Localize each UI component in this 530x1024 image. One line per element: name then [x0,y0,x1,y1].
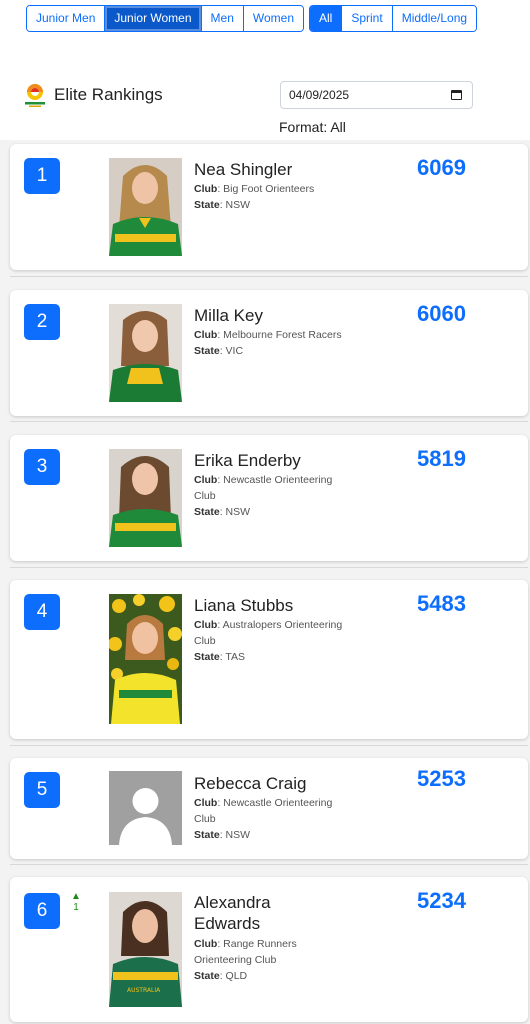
filter-bar: Junior Men Junior Women Men Women All Sp… [0,0,530,140]
athlete-photo [109,158,182,256]
divider [10,421,528,422]
state-label: State [194,651,220,663]
orienteering-logo-icon [25,84,45,107]
category-filter-group: Junior Men Junior Women Men Women [26,5,305,32]
athlete-name[interactable]: Milla Key [194,305,344,326]
club-label: Club [194,938,218,950]
avatar-placeholder-icon [109,771,182,845]
athlete-name[interactable]: Alexandra Edwards [194,892,304,934]
club-value: Melbourne Forest Racers [223,329,342,341]
svg-text:AUSTRALIA: AUSTRALIA [127,987,161,994]
ranking-score: 5483 [417,591,466,616]
state-line: State: NSW [194,829,251,841]
club-label: Club [194,329,218,341]
athlete-card[interactable]: 3 Erika Enderby Club: Newcastle Orientee… [10,435,528,561]
rank-change-value: 1 [73,902,79,913]
state-line: State: TAS [194,651,245,663]
state-value: NSW [225,506,251,518]
state-value: TAS [225,651,245,663]
divider [10,745,528,746]
club-label: Club [194,474,218,486]
rank-badge: 4 [24,594,60,630]
athlete-photo [109,594,182,724]
format-filter-group: All Sprint Middle/Long [309,5,478,32]
page: Junior Men Junior Women Men Women All Sp… [0,0,530,1024]
filter-women-button[interactable]: Women [243,6,304,31]
athlete-name[interactable]: Liana Stubbs [194,595,344,616]
rank-change: ▲ 1 [70,891,82,913]
state-line: State: NSW [194,199,251,211]
athlete-card[interactable]: 4 Liana Stubbs Club: Australopers Orient… [10,580,528,739]
club-line: Club: Melbourne Forest Racers [194,329,342,341]
state-label: State [194,829,220,841]
ranking-score: 6060 [417,301,466,326]
ranking-score: 5234 [417,888,466,913]
state-label: State [194,199,220,211]
club-value: Australopers Orienteering Club [194,619,343,647]
athlete-details: Club: Newcastle Orienteering Club State:… [194,795,364,843]
club-line: Club: Big Foot Orienteers [194,183,315,195]
ranking-score: 5253 [417,766,466,791]
state-value: VIC [225,345,244,357]
rank-badge: 1 [24,158,60,194]
format-sprint-button[interactable]: Sprint [342,6,393,31]
rank-badge: 6 [24,893,60,929]
ranking-score: 6069 [417,155,466,180]
athlete-name[interactable]: Nea Shingler [194,159,344,180]
athlete-card[interactable]: 2 Milla Key Club: Melbourne Forest Racer… [10,290,528,416]
rank-badge: 3 [24,449,60,485]
page-title: Elite Rankings [54,85,163,104]
state-value: NSW [225,199,251,211]
athlete-details: Club: Melbourne Forest Racers State: VIC [194,327,364,359]
athlete-card[interactable]: 1 Nea Shingler Club: Big Foot Orienteers… [10,144,528,270]
club-label: Club [194,183,218,195]
athlete-photo: AUSTRALIA [109,892,182,1007]
club-line: Club: Range Runners Orienteering Club [194,938,297,966]
athlete-details: Club: Australopers Orienteering Club Sta… [194,617,364,665]
state-value: NSW [225,829,251,841]
arrow-up-icon: ▲ [71,891,81,902]
filter-junior-men-button[interactable]: Junior Men [27,6,106,31]
divider [10,864,528,865]
athlete-details: Club: Newcastle Orienteering Club State:… [194,472,364,520]
state-value: QLD [225,970,248,982]
calendar-icon[interactable] [451,90,462,100]
state-line: State: NSW [194,506,251,518]
athlete-name[interactable]: Erika Enderby [194,450,344,471]
athlete-photo [109,304,182,402]
athlete-details: Club: Big Foot Orienteers State: NSW [194,181,364,213]
club-label: Club [194,797,218,809]
athlete-card[interactable]: 6 ▲ 1 AUSTRALIA Alexandra Edwards Club: … [10,877,528,1022]
athlete-card[interactable]: 5 Rebecca Craig Club: Newcastle Orientee… [10,758,528,859]
filter-junior-women-button[interactable]: Junior Women [105,6,202,31]
athlete-name[interactable]: Rebecca Craig [194,773,344,794]
state-line: State: QLD [194,970,248,982]
format-label: Format: All [279,119,346,135]
athlete-photo [109,449,182,547]
rank-badge: 5 [24,772,60,808]
ranking-score: 5819 [417,446,466,471]
divider [10,567,528,568]
format-middle-long-button[interactable]: Middle/Long [392,6,477,31]
format-all-button[interactable]: All [310,6,343,31]
state-label: State [194,970,220,982]
rank-badge: 2 [24,304,60,340]
club-value: Big Foot Orienteers [223,183,315,195]
athlete-details: Club: Range Runners Orienteering Club St… [194,936,364,984]
club-label: Club [194,619,218,631]
divider [10,276,528,277]
club-line: Club: Newcastle Orienteering Club [194,797,333,825]
state-label: State [194,345,220,357]
club-line: Club: Newcastle Orienteering Club [194,474,333,502]
state-label: State [194,506,220,518]
date-value: 04/09/2025 [289,88,350,102]
state-line: State: VIC [194,345,244,357]
date-picker-input[interactable]: 04/09/2025 [280,81,473,109]
club-line: Club: Australopers Orienteering Club [194,619,343,647]
filter-men-button[interactable]: Men [201,6,244,31]
